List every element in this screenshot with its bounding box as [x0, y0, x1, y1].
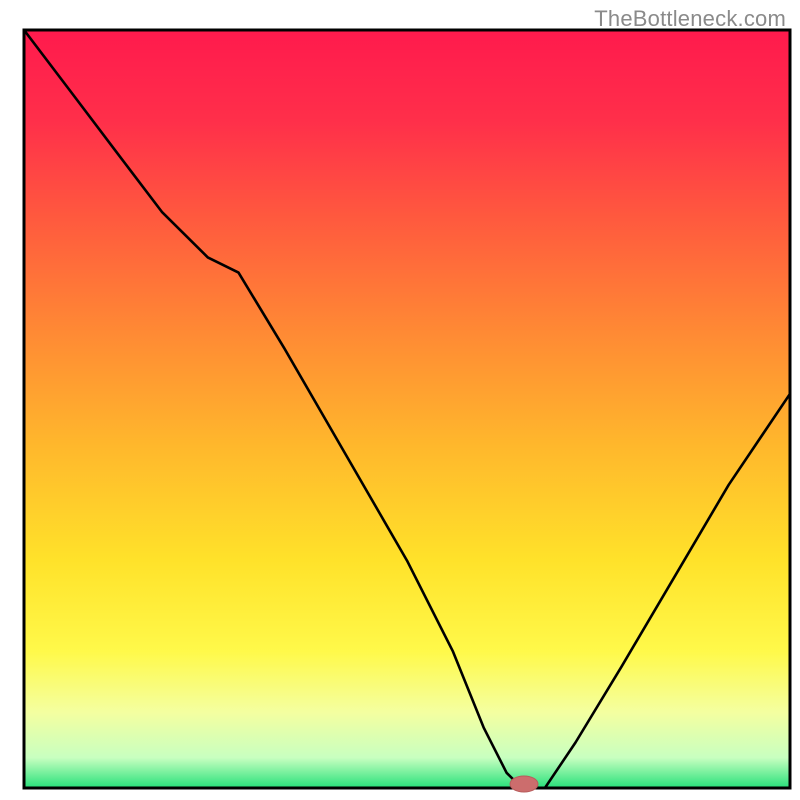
optimal-marker: [510, 776, 538, 792]
watermark-text: TheBottleneck.com: [594, 6, 786, 32]
chart-container: { "watermark": "TheBottleneck.com", "plo…: [0, 0, 800, 800]
bottleneck-chart-svg: [0, 0, 800, 800]
gradient-background: [24, 30, 790, 788]
